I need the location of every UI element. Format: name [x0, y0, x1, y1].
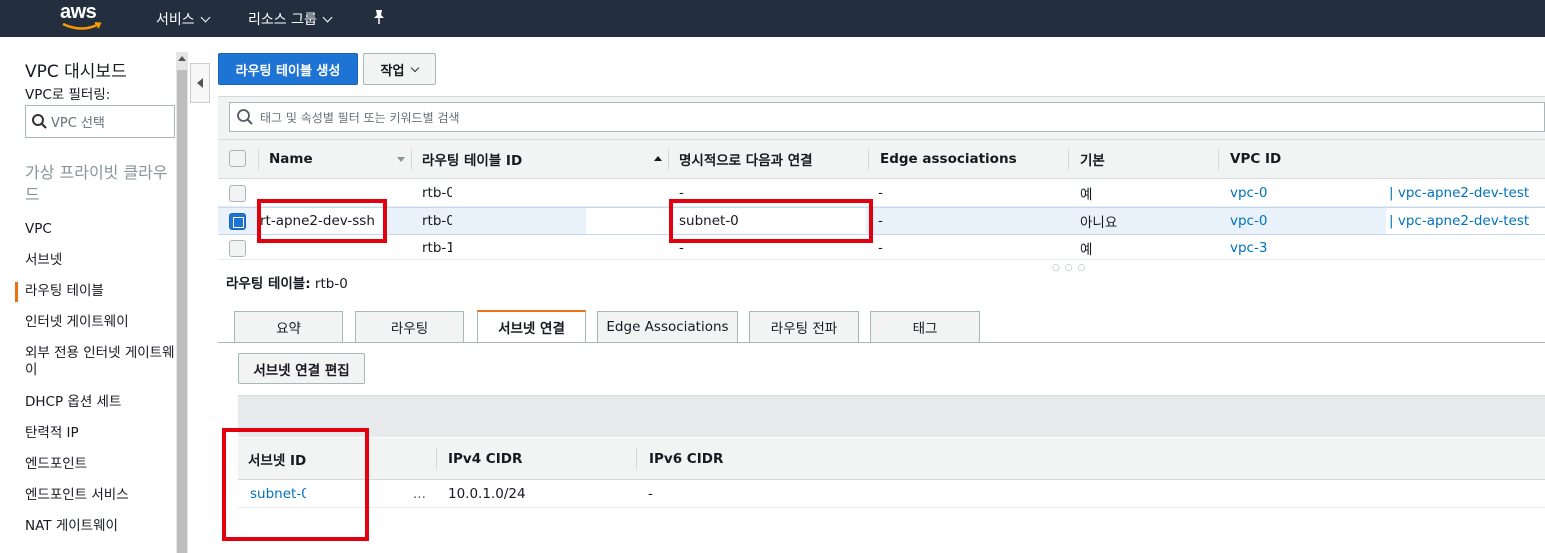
sidebar-item-route-tables[interactable]: 라우팅 테이블: [15, 282, 175, 302]
select-all-checkbox[interactable]: [229, 150, 246, 167]
sidebar-section-vpc: 가상 프라이빗 클라우드: [25, 163, 168, 204]
create-route-table-button[interactable]: 라우팅 테이블 생성: [218, 53, 358, 85]
services-menu[interactable]: 서비스: [156, 9, 211, 29]
route-table-grid-header: Name 라우팅 테이블 ID 명시적으로 다음과 연결 Edge associ…: [218, 139, 1545, 179]
sidebar-scrollbar-thumb[interactable]: [177, 70, 187, 553]
sidebar-item-egress-only-gateways[interactable]: 외부 전용 인터넷 게이트웨이: [25, 345, 175, 379]
vpc-id-link[interactable]: vpc-3: [1230, 236, 1268, 260]
vpc-name-link[interactable]: | vpc-apne2-dev-test: [1389, 180, 1529, 206]
aws-smile-icon: [62, 22, 102, 30]
tab-tags[interactable]: 태그: [870, 311, 980, 342]
edge-associations: -: [878, 185, 883, 201]
subnet-table-toolbar: [238, 395, 1545, 437]
edge-associations: -: [878, 213, 883, 229]
edit-subnet-associations-button[interactable]: 서브넷 연결 편집: [238, 353, 365, 384]
table-row-selected[interactable]: rt-apne2-dev-ssh rtb-0 subnet-0 - 아니요 vp…: [218, 207, 1545, 235]
actions-label: 작업: [380, 63, 405, 79]
sidebar-title[interactable]: VPC 대시보드: [25, 57, 127, 82]
vpc-filter-select[interactable]: VPC 선택: [25, 105, 175, 138]
resize-grip[interactable]: ○ ○ ○: [1052, 263, 1086, 273]
sidebar-item-subnets[interactable]: 서브넷: [25, 252, 175, 269]
column-header-edge-associations[interactable]: Edge associations: [880, 140, 1070, 178]
main-flag: 예: [1080, 187, 1093, 203]
vpc-name-link[interactable]: | vpc-apne2-dev-test: [1386, 208, 1545, 234]
column-header-ipv6-cidr[interactable]: IPv6 CIDR: [649, 438, 723, 480]
top-nav-bar: aws 서비스 리소스 그룹: [0, 0, 1545, 37]
resource-groups-menu[interactable]: 리소스 그룹: [248, 9, 333, 29]
column-header-name[interactable]: Name: [269, 140, 409, 178]
tab-subnet-associations[interactable]: 서브넷 연결: [477, 310, 586, 342]
aws-logo[interactable]: aws: [60, 0, 104, 34]
search-icon: [32, 114, 47, 129]
sidebar-item-endpoints[interactable]: 엔드포인트: [25, 456, 175, 473]
table-row[interactable]: rtb-0 - - 예 vpc-0 | vpc-apne2-dev-test: [218, 180, 1545, 207]
sort-icon[interactable]: [397, 157, 405, 162]
detail-title-value: rtb-0: [314, 276, 348, 292]
highlight-box: [222, 428, 369, 541]
vpc-filter-label: VPC로 필터링:: [25, 87, 111, 103]
edge-associations: -: [878, 240, 883, 256]
column-header-main[interactable]: 기본: [1080, 140, 1210, 178]
highlight-box: [669, 199, 873, 243]
row-checkbox[interactable]: [229, 240, 246, 257]
column-header-vpc-id[interactable]: VPC ID: [1230, 140, 1430, 178]
sidebar-item-dhcp-options[interactable]: DHCP 옵션 세트: [25, 394, 175, 411]
vpc-id-link[interactable]: vpc-0: [1230, 208, 1268, 234]
filter-bar: 태그 및 속성별 필터 또는 키워드별 검색: [218, 96, 1545, 139]
route-table-id: rtb-0: [422, 185, 452, 201]
highlight-box: [257, 199, 387, 243]
filter-search-input[interactable]: 태그 및 속성별 필터 또는 키워드별 검색: [229, 102, 1545, 132]
main-flag: 아니요: [1080, 215, 1118, 231]
subnet-row: subnet-0 ... 10.0.1.0/24 -: [238, 480, 1545, 508]
chevron-down-icon: [322, 12, 333, 22]
row-checkbox-checked[interactable]: [229, 213, 246, 230]
pushpin-icon[interactable]: [372, 9, 386, 25]
sidebar: VPC 대시보드 VPC로 필터링: VPC 선택 가상 프라이빗 클라우드 V…: [0, 52, 176, 553]
sidebar-item-vpc[interactable]: VPC: [25, 221, 175, 238]
column-header-route-table-id[interactable]: 라우팅 테이블 ID: [422, 140, 652, 178]
filter-placeholder: 태그 및 속성별 필터 또는 키워드별 검색: [260, 110, 460, 125]
truncation-ellipsis: ...: [413, 485, 426, 502]
column-header-explicit-association[interactable]: 명시적으로 다음과 연결: [679, 140, 869, 178]
resource-groups-label: 리소스 그룹: [248, 12, 317, 28]
tab-routes[interactable]: 라우팅: [355, 311, 464, 342]
vpc-id-link[interactable]: vpc-0: [1230, 180, 1268, 206]
services-label: 서비스: [156, 12, 195, 28]
route-table-id: rtb-1: [422, 240, 452, 256]
detail-title: 라우팅 테이블: rtb-0: [226, 272, 348, 292]
chevron-down-icon: [200, 12, 211, 22]
sidebar-item-internet-gateways[interactable]: 인터넷 게이트웨이: [25, 314, 175, 331]
column-header-ipv4-cidr[interactable]: IPv4 CIDR: [448, 438, 522, 480]
scroll-up-arrow-icon[interactable]: [178, 56, 186, 61]
search-icon: [237, 109, 253, 125]
route-table-id: rtb-0: [422, 213, 452, 229]
sidebar-item-nat-gateways[interactable]: NAT 게이트웨이: [25, 518, 175, 535]
sidebar-item-elastic-ip[interactable]: 탄력적 IP: [25, 425, 175, 442]
main-flag: 예: [1080, 242, 1093, 258]
aws-logo-text: aws: [60, 1, 97, 23]
vpc-filter-placeholder: VPC 선택: [51, 116, 105, 131]
tab-divider: [218, 342, 1545, 343]
sort-ascending-icon[interactable]: [654, 156, 662, 161]
ipv6-cidr-value: -: [648, 485, 653, 502]
table-row[interactable]: rtb-1 - - 예 vpc-3: [218, 236, 1545, 260]
row-checkbox[interactable]: [229, 185, 246, 202]
ipv4-cidr-value: 10.0.1.0/24: [448, 485, 526, 502]
tab-edge-associations[interactable]: Edge Associations: [597, 311, 738, 342]
tab-route-propagation[interactable]: 라우팅 전파: [749, 311, 859, 342]
chevron-down-icon: [411, 63, 420, 72]
actions-button[interactable]: 작업: [363, 53, 436, 85]
collapse-sidebar-button[interactable]: [190, 63, 210, 103]
sidebar-item-endpoint-services[interactable]: 엔드포인트 서비스: [25, 487, 175, 504]
detail-title-label: 라우팅 테이블:: [226, 276, 311, 292]
tab-summary[interactable]: 요약: [234, 311, 343, 342]
subnet-table-header: 서브넷 ID IPv4 CIDR IPv6 CIDR: [238, 438, 1545, 480]
